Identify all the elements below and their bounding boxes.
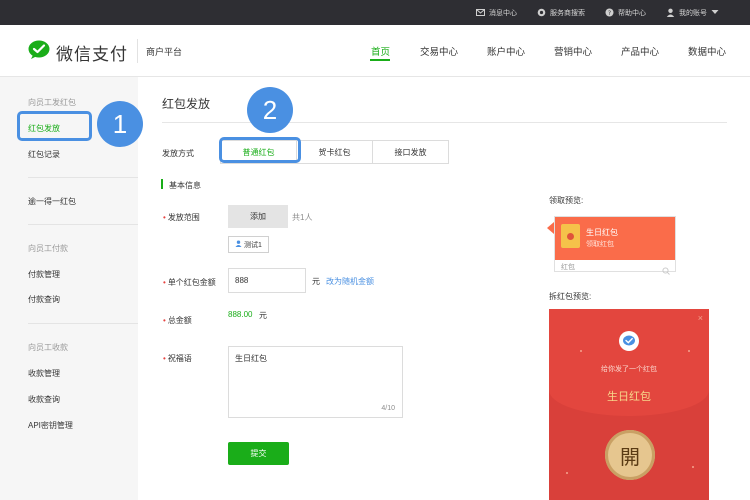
search-icon [537, 8, 546, 17]
nav-marketing[interactable]: 营销中心 [554, 44, 592, 58]
amount-input[interactable]: 888 [228, 268, 306, 293]
sidebar-item-one-for-one[interactable]: 逾一得一红包 [28, 196, 76, 207]
required-mark: • [163, 213, 166, 222]
card-subtitle: 领取红包 [586, 241, 614, 248]
user-icon [666, 8, 675, 17]
open-redpacket-button[interactable]: 開 [605, 430, 655, 480]
wechat-pay-icon [619, 331, 639, 356]
title-divider [162, 122, 727, 123]
nav-home[interactable]: 首页 [371, 44, 390, 58]
sidebar-divider [28, 323, 138, 324]
decor-dot [580, 350, 582, 352]
section-marker [161, 179, 163, 189]
sidebar-group-collect: 向员工收款 [28, 343, 68, 352]
sidebar-item-collect-query[interactable]: 收款查询 [28, 394, 60, 405]
wechat-pay-icon [28, 40, 50, 65]
required-mark: • [163, 278, 166, 287]
topbar-provider-search[interactable]: 服务商搜索 [537, 0, 585, 25]
nav-product[interactable]: 产品中心 [621, 44, 659, 58]
receive-preview-label: 领取预览: [549, 196, 584, 205]
envelope-icon [561, 224, 580, 248]
amount-label: • 单个红包金额 [163, 278, 216, 287]
nav-trade[interactable]: 交易中心 [420, 44, 458, 58]
page-title: 红包发放 [162, 97, 211, 111]
mail-icon [476, 8, 485, 17]
open-sender-text: 给你发了一个红包 [601, 366, 657, 373]
sidebar-group-send-redpacket: 向员工发红包 [28, 98, 76, 107]
topbar-account[interactable]: 我的账号 [666, 0, 719, 25]
merchant-platform-label: 商户平台 [146, 47, 183, 57]
highlight-box-sidebar [17, 111, 92, 141]
open-title: 生日红包 [607, 391, 651, 403]
random-amount-link[interactable]: 改为随机金额 [326, 276, 374, 287]
user-icon [235, 240, 242, 249]
total-unit: 元 [259, 311, 267, 320]
search-icon [662, 262, 670, 280]
char-counter: 4/10 [381, 405, 395, 412]
method-label: 发放方式 [162, 149, 194, 158]
scope-label: • 发放范围 [163, 213, 200, 222]
recipient-count: 共1人 [292, 213, 313, 222]
logo-text: 微信支付 [56, 45, 128, 64]
nav-data[interactable]: 数据中心 [688, 44, 726, 58]
close-icon[interactable]: × [698, 313, 703, 323]
card-pointer [547, 222, 554, 234]
sidebar-item-pay-query[interactable]: 付款查询 [28, 294, 60, 305]
required-mark: • [163, 354, 166, 363]
callout-badge-1: 1 [97, 101, 143, 147]
highlight-box-tab [219, 137, 301, 163]
nav-active-indicator [370, 59, 390, 61]
amount-unit: 元 [312, 277, 320, 286]
decor-dot [688, 350, 690, 352]
decor-dot [566, 472, 568, 474]
card-title: 生日红包 [586, 228, 618, 237]
section-title: 基本信息 [169, 181, 201, 190]
blessing-textarea[interactable]: 生日红包 4/10 [228, 346, 403, 418]
sidebar-group-pay-employees: 向员工付款 [28, 244, 68, 253]
sidebar-item-collect-manage[interactable]: 收款管理 [28, 368, 60, 379]
recipient-tag[interactable]: 测试1 [228, 236, 269, 253]
callout-badge-2: 2 [247, 87, 293, 133]
logo-divider [137, 39, 138, 63]
open-preview-label: 拆红包预览: [549, 292, 592, 301]
submit-button[interactable]: 提交 [228, 442, 289, 465]
sidebar-item-redpacket-records[interactable]: 红包记录 [28, 149, 60, 160]
chevron-down-icon [711, 9, 719, 17]
add-recipient-button[interactable]: 添加 [228, 205, 288, 228]
sidebar-divider [28, 224, 138, 225]
nav-account[interactable]: 账户中心 [487, 44, 525, 58]
wechat-pay-logo[interactable]: 微信支付 [28, 40, 128, 65]
sidebar-item-pay-manage[interactable]: 付款管理 [28, 269, 60, 280]
sidebar-divider [28, 177, 138, 178]
tab-card-redpacket[interactable]: 贺卡红包 [296, 141, 372, 163]
required-mark: • [163, 316, 166, 325]
total-label: • 总金额 [163, 316, 192, 325]
svg-text:?: ? [608, 10, 611, 17]
tab-api-send[interactable]: 接口发放 [372, 141, 448, 163]
topbar-help[interactable]: ? 帮助中心 [605, 0, 646, 25]
top-bar: 消息中心 服务商搜索 ? 帮助中心 我的账号 [0, 0, 750, 25]
decor-dot [692, 466, 694, 468]
total-value: 888.00 [228, 310, 253, 319]
topbar-messages[interactable]: 消息中心 [476, 0, 517, 25]
sidebar-item-api-key[interactable]: API密钥管理 [28, 420, 73, 431]
card-footer: 红包 [561, 264, 575, 271]
help-icon: ? [605, 8, 614, 17]
blessing-label: • 祝福语 [163, 354, 192, 363]
